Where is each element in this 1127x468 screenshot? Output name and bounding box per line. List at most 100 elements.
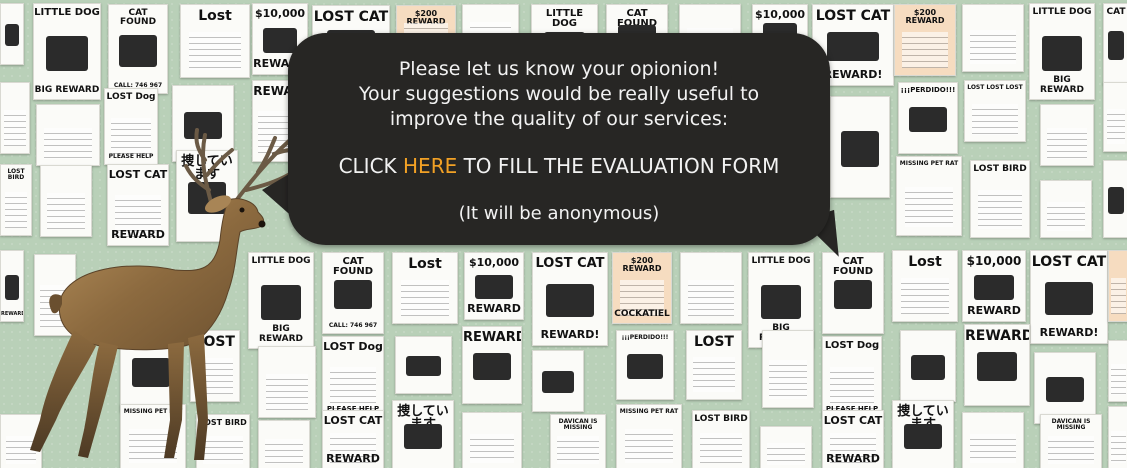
poster-photo — [903, 424, 943, 449]
poster — [0, 3, 24, 65]
poster — [762, 330, 814, 408]
poster: Lost — [892, 250, 958, 322]
poster-photo — [1044, 282, 1094, 316]
poster-photo — [119, 34, 157, 67]
poster-title: $10,000 — [468, 256, 520, 269]
poster — [1108, 250, 1127, 322]
poster: REWARD — [462, 326, 522, 404]
poster-title: Lost — [908, 254, 942, 270]
poster — [1108, 406, 1127, 468]
poster: CAT FOUND — [822, 252, 884, 334]
poster-photo — [1108, 186, 1124, 215]
poster-text-lines — [1111, 277, 1126, 314]
poster-title: $10,000 — [254, 7, 306, 20]
feedback-speech-bubble: Please let us know your opionion! Your s… — [288, 33, 830, 245]
poster: MISSING PET RAT — [896, 156, 962, 236]
poster — [962, 412, 1024, 468]
poster — [395, 336, 452, 394]
evaluation-cta: CLICK HERE TO FILL THE EVALUATION FORM — [288, 154, 830, 179]
poster-text-lines — [688, 279, 734, 316]
poster-photo — [627, 354, 663, 379]
poster-text-lines — [330, 367, 376, 409]
poster: CAT FOUND CALL: 746 967 — [322, 252, 384, 334]
poster: $10,000 REWARD — [464, 252, 524, 320]
poster-title: REWARD — [463, 330, 522, 345]
poster-title: $10,000 — [754, 8, 806, 21]
poster-title: DAVICAN IS MISSING — [1051, 418, 1091, 431]
poster-title: $10,000 — [966, 254, 1022, 268]
bubble-line-2: Your suggestions would be really useful … — [358, 83, 760, 105]
poster-title: LOST CAT — [313, 9, 389, 25]
poster-text-lines — [557, 435, 599, 464]
poster-title: LOST BIRD — [973, 164, 1027, 174]
poster-text-lines — [829, 367, 875, 409]
poster-photo — [45, 36, 89, 71]
poster — [962, 4, 1024, 72]
poster-title: CAT FOUND — [332, 256, 374, 277]
evaluation-form-link[interactable]: HERE — [403, 154, 457, 178]
poster-photo — [475, 275, 513, 300]
poster: LITTLE DOG BIG REWARD — [1029, 3, 1095, 100]
poster: CAT — [1103, 3, 1127, 85]
poster: 捜しています — [392, 400, 454, 468]
poster-title: LOST Dog — [824, 340, 880, 351]
poster-photo — [827, 32, 879, 61]
poster-text-lines — [693, 356, 735, 393]
poster: Lost — [392, 252, 458, 324]
poster — [680, 252, 742, 324]
poster-title: LITTLE DOG — [751, 256, 811, 266]
poster-photo — [473, 352, 511, 381]
poster-text-lines — [769, 359, 807, 400]
poster: $200 REWARD — [894, 4, 956, 76]
poster-title: LOST BIRD — [694, 414, 748, 424]
poster-text-lines — [977, 189, 1023, 230]
poster-title: MISSING PET RAT — [619, 408, 679, 415]
poster-photo — [1045, 376, 1085, 402]
poster: LOST LOST LOST — [964, 80, 1026, 142]
poster: CAT FOUND CALL: 746 967 — [108, 4, 168, 94]
poster-footer: REWARD — [967, 304, 1021, 318]
poster-title: CAT FOUND — [119, 8, 157, 27]
poster-title: CAT — [1106, 7, 1126, 17]
bubble-line-3: improve the quality of our services: — [389, 108, 729, 130]
poster-text-lines — [1111, 430, 1126, 463]
poster-text-lines — [902, 31, 948, 68]
poster-text-lines — [767, 442, 805, 465]
deer-nose — [258, 220, 266, 228]
poster: LOST Dog PLEASE HELP — [322, 336, 384, 418]
poster: DAVICAN IS MISSING — [1040, 414, 1102, 468]
poster-photo — [1108, 31, 1124, 60]
poster — [532, 350, 584, 412]
poster — [462, 412, 522, 468]
poster-photo — [333, 280, 373, 309]
poster-footer: REWARD — [826, 452, 880, 466]
poster: LOST Dog PLEASE HELP — [822, 336, 882, 418]
poster-photo — [4, 24, 20, 46]
poster: LOST BIRD — [692, 410, 750, 468]
poster-text-lines — [970, 30, 1016, 65]
poster-photo — [976, 352, 1018, 381]
poster-title: LITTLE DOG — [1032, 7, 1092, 17]
poster — [1108, 340, 1127, 402]
poster-title: LOST CAT — [1031, 254, 1107, 270]
poster: LOST CAT REWARD — [822, 410, 884, 468]
poster-footer: REWARD — [467, 302, 521, 316]
poster-text-lines — [1047, 202, 1085, 232]
poster-photo — [833, 280, 873, 309]
poster-text-lines — [972, 103, 1018, 135]
poster-photo — [1041, 36, 1083, 71]
poster-text-lines — [900, 277, 950, 314]
poster — [900, 330, 956, 402]
poster: LOST BIRD — [970, 160, 1030, 238]
poster-footer: CALL: 746 967 — [328, 321, 378, 329]
poster-title: ¡¡¡PERDIDO!!! — [900, 86, 956, 94]
poster-photo — [403, 424, 443, 449]
poster — [1040, 104, 1094, 166]
poster: ¡¡¡PERDIDO!!! — [616, 330, 674, 400]
poster-title: LITTLE DOG — [545, 8, 584, 29]
background-collage: LITTLE DOG BIG REWARD CAT FOUND CALL: 746 9… — [0, 0, 1127, 468]
poster-title: LOST CAT — [323, 414, 383, 427]
poster-photo — [909, 106, 947, 132]
poster-text-lines — [970, 434, 1016, 464]
poster — [1103, 82, 1127, 152]
